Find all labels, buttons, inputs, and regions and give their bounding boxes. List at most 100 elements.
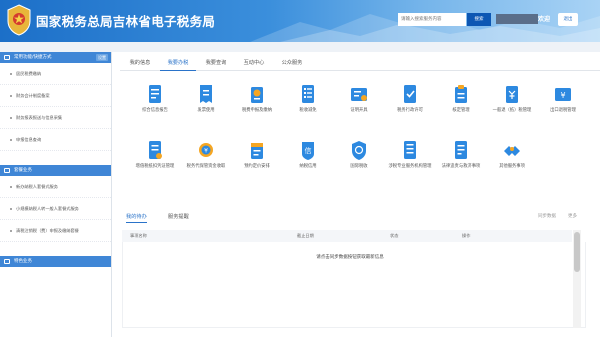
app-export-refund[interactable]: ¥ 出口退税管理 — [538, 83, 588, 139]
main-tabs: 我的信息 我要办税 我要查询 互动中心 公众服务 — [120, 55, 600, 71]
sidebar-item[interactable]: 财务会计制度备案 — [0, 85, 111, 107]
more-link[interactable]: 更多 — [568, 211, 577, 223]
app-legal-remedy[interactable]: 法律追责与救济事项 — [436, 139, 486, 195]
tab-my-info[interactable]: 我的信息 — [122, 55, 158, 71]
admin-license-icon — [404, 85, 416, 103]
app-admin-license[interactable]: 税务行政许可 — [385, 83, 435, 139]
app-agency-management[interactable]: 涉税专业服务机构管理 — [385, 139, 435, 195]
sidebar-item[interactable]: 小规模纳税人转一般人套餐式服务 — [0, 198, 111, 220]
bullet-icon — [10, 186, 12, 188]
app-tax-credit[interactable]: 信 纳税信用 — [283, 139, 333, 195]
search-input[interactable] — [398, 13, 466, 26]
app-label: 综合信息报告 — [142, 108, 168, 113]
app-escrow-fund[interactable]: ¥ 税务代保管资金收取 — [181, 139, 231, 195]
international-tax-icon — [352, 141, 366, 160]
app-label: 国际税收 — [350, 164, 368, 169]
app-label: 其他服务事项 — [499, 164, 525, 169]
app-label: 税务行政许可 — [397, 108, 423, 113]
bullet-icon — [10, 95, 12, 97]
bullet-icon — [10, 117, 12, 119]
welcome-text: 欢迎 — [538, 16, 551, 23]
sidebar-settings-button[interactable]: 设置 — [96, 54, 108, 61]
sidebar-item[interactable]: 申报信息查询 — [0, 129, 111, 151]
app-info-report[interactable]: 综合信息报告 — [130, 83, 180, 139]
approve-icon — [455, 85, 467, 103]
tab-interaction[interactable]: 互动中心 — [236, 55, 272, 71]
sidebar-item-label: 财务会计制度备案 — [16, 93, 50, 98]
user-name-redacted — [496, 14, 538, 24]
svg-text:信: 信 — [305, 146, 312, 155]
bullet-icon — [10, 139, 12, 141]
sidebar-item-label: 财务报表报送与信息采集 — [16, 115, 63, 120]
sidebar-item[interactable]: 居民税费缴纳 — [0, 63, 111, 85]
column-header: 操作 — [462, 233, 471, 238]
sidebar-section-special[interactable]: 特色业务 — [0, 256, 111, 267]
site-header: 国家税务总局吉林省电子税务局 搜索 欢迎 退出 — [0, 0, 600, 42]
app-approve[interactable]: 核定管理 — [436, 83, 486, 139]
sidebar-section-common[interactable]: 常用功能/快捷方式 设置 — [0, 52, 111, 63]
app-label: 发票使用 — [197, 108, 215, 113]
app-tax-relief[interactable]: 税收减免 — [283, 83, 333, 139]
tax-refund-icon — [506, 86, 518, 103]
svg-text:¥: ¥ — [560, 91, 565, 100]
invoice-icon — [200, 85, 212, 103]
column-header: 状态 — [390, 233, 399, 238]
certificate-icon — [351, 88, 367, 101]
sidebar-section-title: 常用功能/快捷方式 — [14, 55, 52, 60]
sidebar-item[interactable]: 财务报表报送与信息采集 — [0, 107, 111, 129]
app-tax-refund[interactable]: 一般退（抵）税管理 — [487, 83, 537, 139]
pricing-arrangement-icon — [251, 143, 263, 159]
empty-message: 请点击同步数据按钮获取最新信息 — [316, 255, 384, 260]
app-invoice[interactable]: 发票使用 — [181, 83, 231, 139]
todo-table-header: 事项名称 截止日期 状态 操作 — [122, 230, 572, 242]
sidebar-section-packages[interactable]: 套餐业务 — [0, 165, 111, 176]
info-report-icon — [149, 85, 161, 103]
vat-voucher-icon — [149, 141, 162, 159]
app-pricing-arrangement[interactable]: 预约定价安排 — [232, 139, 282, 195]
vertical-scrollbar[interactable] — [573, 230, 581, 328]
sidebar-item[interactable]: 清税注销税（费）申报及缴纳套餐 — [0, 220, 111, 242]
sidebar-item-label: 新办纳税人套餐式服务 — [16, 184, 58, 189]
sidebar-item-label: 小规模纳税人转一般人套餐式服务 — [16, 206, 79, 211]
app-international-tax[interactable]: 国际税收 — [334, 139, 384, 195]
agency-management-icon — [404, 141, 416, 159]
tax-relief-icon — [302, 85, 314, 103]
other-services-icon — [504, 146, 520, 156]
sidebar-item[interactable]: 新办纳税人套餐式服务 — [0, 176, 111, 198]
app-certificate[interactable]: 证明开具 — [334, 83, 384, 139]
escrow-fund-icon: ¥ — [199, 143, 213, 157]
app-label: 出口退税管理 — [550, 108, 576, 113]
todo-panel: 我的待办 服务提醒 同步数据 更多 事项名称 截止日期 状态 操作 请点击同步数… — [120, 205, 600, 335]
star-icon — [4, 55, 10, 60]
export-refund-icon: ¥ — [555, 88, 571, 101]
header-bottom-strip — [0, 42, 600, 52]
column-header: 事项名称 — [130, 233, 147, 238]
bullet-icon — [10, 73, 12, 75]
tab-my-todo[interactable]: 我的待办 — [126, 211, 147, 223]
app-label: 证明开具 — [350, 108, 368, 113]
sidebar-item-label: 居民税费缴纳 — [16, 71, 42, 76]
app-label: 税收减免 — [299, 108, 317, 113]
app-label: 法律追责与救济事项 — [441, 164, 481, 169]
special-icon — [4, 259, 10, 264]
sidebar: 常用功能/快捷方式 设置 居民税费缴纳 财务会计制度备案 财务报表报送与信息采集… — [0, 52, 112, 337]
search-button[interactable]: 搜索 — [467, 13, 491, 26]
app-vat-voucher[interactable]: 增值税抵扣凭证管理 — [130, 139, 180, 195]
column-header: 截止日期 — [297, 233, 314, 238]
scrollbar-thumb[interactable] — [574, 232, 580, 272]
site-title: 国家税务总局吉林省电子税务局 — [36, 14, 216, 29]
app-label: 预约定价安排 — [244, 164, 270, 169]
app-tax-declare[interactable]: 税费申报及缴纳 — [232, 83, 282, 139]
legal-remedy-icon — [455, 141, 467, 159]
app-label: 纳税信用 — [299, 164, 317, 169]
tax-emblem-icon — [7, 4, 31, 36]
tab-tax-service[interactable]: 我要办税 — [160, 55, 196, 71]
tab-query[interactable]: 我要查询 — [198, 55, 234, 71]
service-grid: 综合信息报告 发票使用 税费申报及缴纳 税收减免 证明开具 税务行政许可 核定管… — [120, 83, 600, 213]
logout-button[interactable]: 退出 — [558, 13, 578, 26]
app-other-services[interactable]: 其他服务事项 — [487, 139, 537, 195]
tab-service-reminder[interactable]: 服务提醒 — [168, 211, 189, 223]
tab-public-service[interactable]: 公众服务 — [274, 55, 310, 71]
sync-data-button[interactable]: 同步数据 — [538, 211, 556, 223]
sidebar-section-title: 特色业务 — [14, 259, 32, 264]
